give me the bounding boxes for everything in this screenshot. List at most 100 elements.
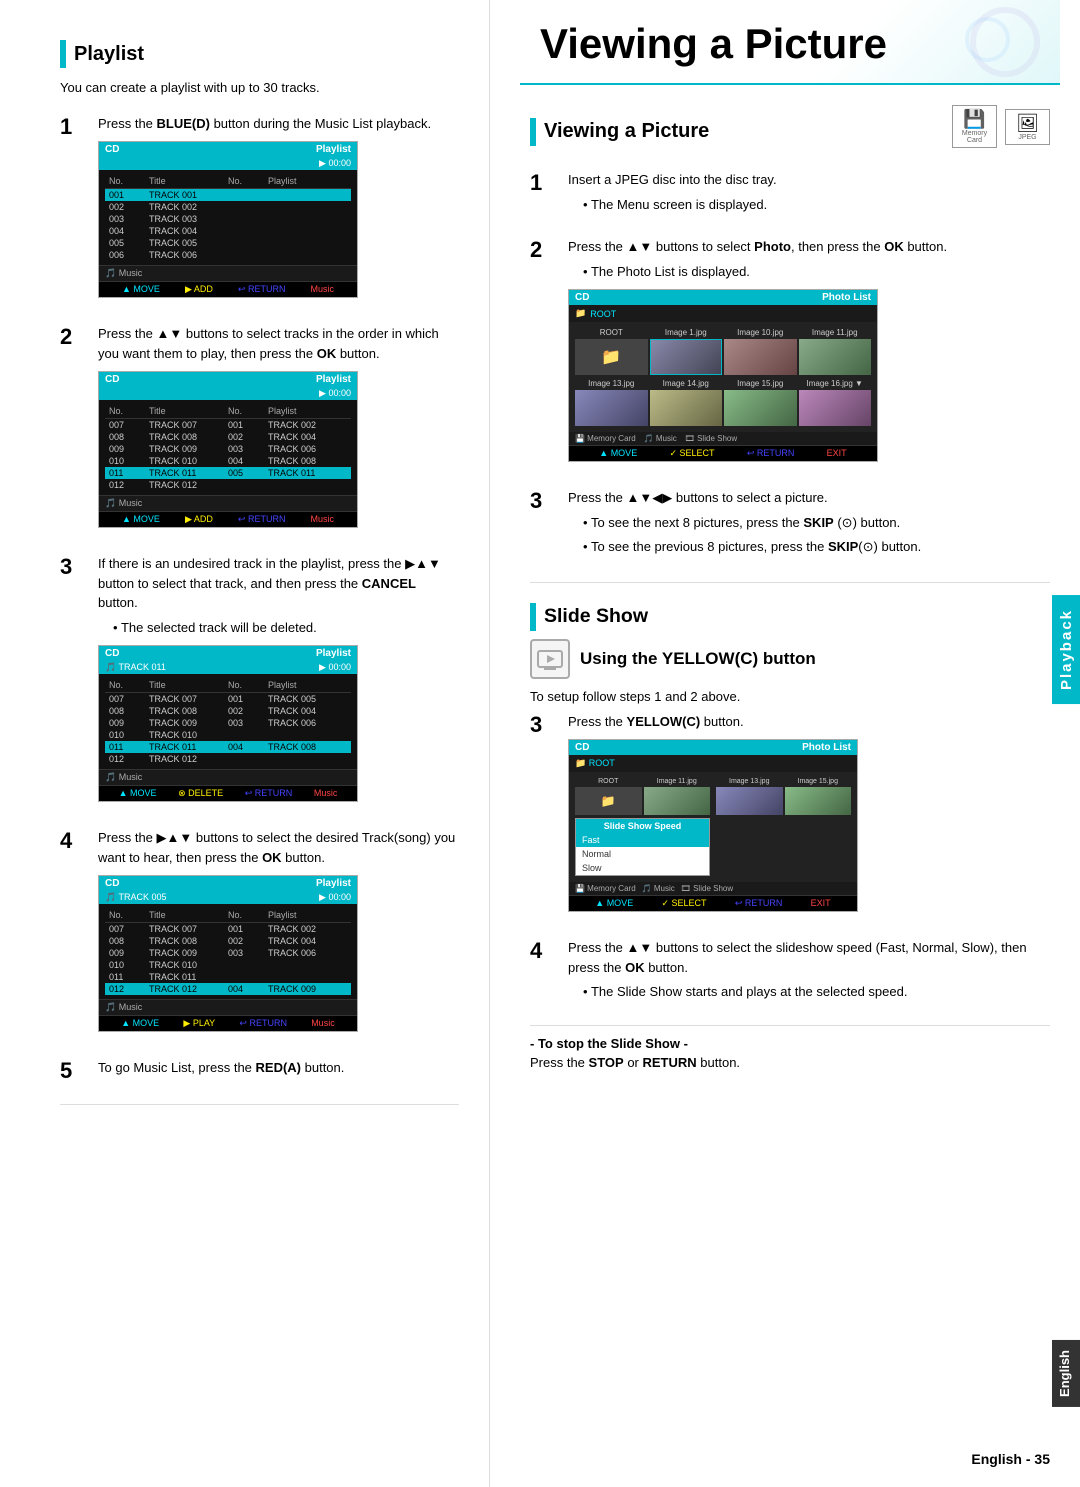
step-4-text: Press the ▶▲▼ buttons to select the desi…	[98, 828, 459, 867]
right-step-2-text: Press the ▲▼ buttons to select Photo, th…	[568, 237, 1050, 257]
screen-4: CD Playlist 🎵 TRACK 005 ▶ 00:00 No.Title…	[98, 875, 358, 1032]
screen-1: CD Playlist ▶ 00:00 No.TitleNo.Playlist …	[98, 141, 358, 298]
slideshow-screen-header: CD Photo List	[569, 740, 857, 755]
section-bar	[60, 40, 66, 68]
jpeg-icon: 🖼	[1012, 113, 1043, 134]
right-step-1-content: Insert a JPEG disc into the disc tray. T…	[568, 170, 1050, 219]
playlist-title: Playlist	[74, 43, 144, 66]
right-step-1-sub: The Menu screen is displayed.	[568, 195, 1050, 215]
track-row: 011TRACK 011004TRACK 008	[105, 741, 351, 753]
step-1: 1 Press the BLUE(D) button during the Mu…	[60, 114, 459, 307]
playlist-intro: You can create a playlist with up to 30 …	[60, 78, 459, 98]
slide-show-header: Slide Show	[530, 603, 1050, 631]
yellow-step-4-num: 4	[530, 938, 558, 964]
step-5-number: 5	[60, 1058, 88, 1084]
track-row: 004TRACK 004	[105, 225, 351, 237]
screen-2: CD Playlist ▶ 00:00 No.TitleNo.Playlist …	[98, 371, 358, 528]
step-3: 3 If there is an undesired track in the …	[60, 554, 459, 810]
screen-2-footer: 🎵 Music	[99, 495, 357, 511]
track-row: 010TRACK 010	[105, 959, 351, 971]
slideshow-icon	[530, 639, 570, 679]
track-row: 010TRACK 010004TRACK 008	[105, 455, 351, 467]
step-4: 4 Press the ▶▲▼ buttons to select the de…	[60, 828, 459, 1040]
track-row: 009TRACK 009003TRACK 006	[105, 717, 351, 729]
yellow-step-3-content: Press the YELLOW(C) button. CD Photo Lis…	[568, 712, 1050, 921]
right-step-3-sub2: To see the previous 8 pictures, press th…	[568, 537, 1050, 557]
right-step-1-text: Insert a JPEG disc into the disc tray.	[568, 170, 1050, 190]
step-3-content: If there is an undesired track in the pl…	[98, 554, 459, 810]
right-column: Viewing a Picture Viewing a Picture 💾 Me…	[490, 0, 1080, 1487]
track-row: 011TRACK 011	[105, 971, 351, 983]
right-step-3-sub1: To see the next 8 pictures, press the SK…	[568, 513, 1050, 533]
step-1-content: Press the BLUE(D) button during the Musi…	[98, 114, 459, 307]
yellow-step-3-text: Press the YELLOW(C) button.	[568, 712, 1050, 732]
screen-1-body: No.TitleNo.Playlist 001TRACK 001 002TRAC…	[99, 170, 357, 265]
step-3-number: 3	[60, 554, 88, 580]
jpeg-badge: 🖼 JPEG	[1005, 109, 1050, 145]
section-bar-right	[530, 118, 536, 146]
photo-screen-header: CD Photo List	[569, 290, 877, 305]
track-row: 007TRACK 007001TRACK 002	[105, 419, 351, 431]
photo-screen-buttons: ▲ MOVE ✓ SELECT ↩ RETURN EXIT	[569, 445, 877, 461]
screen-1-footer: 🎵 Music	[99, 265, 357, 281]
track-row: 008TRACK 008002TRACK 004	[105, 431, 351, 443]
screen-3: CD Playlist 🎵 TRACK 011 ▶ 00:00 No.Title…	[98, 645, 358, 802]
track-row: 012TRACK 012	[105, 753, 351, 765]
step-2: 2 Press the ▲▼ buttons to select tracks …	[60, 324, 459, 536]
slide-show-title: Slide Show	[544, 605, 648, 628]
screen-2-body: No.TitleNo.Playlist 007TRACK 007001TRACK…	[99, 400, 357, 495]
step-5-text: To go Music List, press the RED(A) butto…	[98, 1058, 459, 1078]
yellow-step-4: 4 Press the ▲▼ buttons to select the sli…	[530, 938, 1050, 1007]
viewing-picture-title: Viewing a Picture	[544, 120, 709, 143]
right-step-2: 2 Press the ▲▼ buttons to select Photo, …	[530, 237, 1050, 470]
screen-1-time: ▶ 00:00	[319, 158, 351, 169]
photo-list-screen: CD Photo List 📁 ROOT ROOT Image 1.jpg Im	[568, 289, 878, 462]
right-step-1: 1 Insert a JPEG disc into the disc tray.…	[530, 170, 1050, 219]
track-row: 007TRACK 007001TRACK 005	[105, 693, 351, 705]
track-row: 009TRACK 009003TRACK 006	[105, 443, 351, 455]
right-step-3-content: Press the ▲▼◀▶ buttons to select a pictu…	[568, 488, 1050, 562]
viewing-picture-section-header: Viewing a Picture	[530, 118, 709, 146]
track-row: 003TRACK 003	[105, 213, 351, 225]
big-heading: Viewing a Picture	[520, 0, 1060, 85]
playlist-section-header: Playlist	[60, 40, 459, 68]
icon-badges: 💾 MemoryCard 🖼 JPEG	[952, 105, 1050, 148]
track-row: 002TRACK 002	[105, 201, 351, 213]
track-row: 006TRACK 006	[105, 249, 351, 261]
screen-3-header: CD Playlist	[99, 646, 357, 661]
step-3-text: If there is an undesired track in the pl…	[98, 554, 459, 613]
left-column: Playlist You can create a playlist with …	[0, 0, 490, 1487]
jpeg-label: JPEG	[1012, 134, 1043, 141]
step-2-number: 2	[60, 324, 88, 350]
step-1-number: 1	[60, 114, 88, 140]
step-5: 5 To go Music List, press the RED(A) but…	[60, 1058, 459, 1084]
track-row: 008TRACK 008002TRACK 004	[105, 705, 351, 717]
step-4-content: Press the ▶▲▼ buttons to select the desi…	[98, 828, 459, 1040]
using-yellow-title: Using the YELLOW(C) button	[580, 649, 816, 669]
screen-2-buttons: ▲ MOVE ▶ ADD ↩ RETURN Music	[99, 511, 357, 527]
right-step-3-number: 3	[530, 488, 558, 514]
track-row: 012TRACK 012	[105, 479, 351, 491]
slideshow-screen-buttons: ▲ MOVE ✓ SELECT ↩ RETURN EXIT	[569, 895, 857, 911]
using-yellow-row: Using the YELLOW(C) button	[530, 639, 1050, 679]
section-bar-slideshow	[530, 603, 536, 631]
track-row: 008TRACK 008002TRACK 004	[105, 935, 351, 947]
memory-card-badge: 💾 MemoryCard	[952, 105, 997, 148]
screen-1-col-headers: No.TitleNo.Playlist	[105, 174, 351, 189]
step-2-text: Press the ▲▼ buttons to select tracks in…	[98, 324, 459, 363]
right-step-3-text: Press the ▲▼◀▶ buttons to select a pictu…	[568, 488, 1050, 508]
step-5-content: To go Music List, press the RED(A) butto…	[98, 1058, 459, 1083]
yellow-step-3: 3 Press the YELLOW(C) button. CD Photo L…	[530, 712, 1050, 921]
yellow-step-4-sub: The Slide Show starts and plays at the s…	[568, 982, 1050, 1002]
playback-tab: Playback	[1052, 595, 1080, 704]
screen-3-col-headers: No.TitleNo.Playlist	[105, 678, 351, 693]
yellow-step-4-text: Press the ▲▼ buttons to select the slide…	[568, 938, 1050, 977]
screen-4-body: No.TitleNo.Playlist 007TRACK 007001TRACK…	[99, 904, 357, 999]
step-4-number: 4	[60, 828, 88, 854]
track-row: 009TRACK 009003TRACK 006	[105, 947, 351, 959]
screen-3-buttons: ▲ MOVE ⊗ DELETE ↩ RETURN Music	[99, 785, 357, 801]
screen-1-left: CD	[105, 144, 119, 155]
track-row: 010TRACK 010	[105, 729, 351, 741]
to-setup-text: To setup follow steps 1 and 2 above.	[530, 689, 1050, 704]
screen-1-right: Playlist	[316, 144, 351, 155]
